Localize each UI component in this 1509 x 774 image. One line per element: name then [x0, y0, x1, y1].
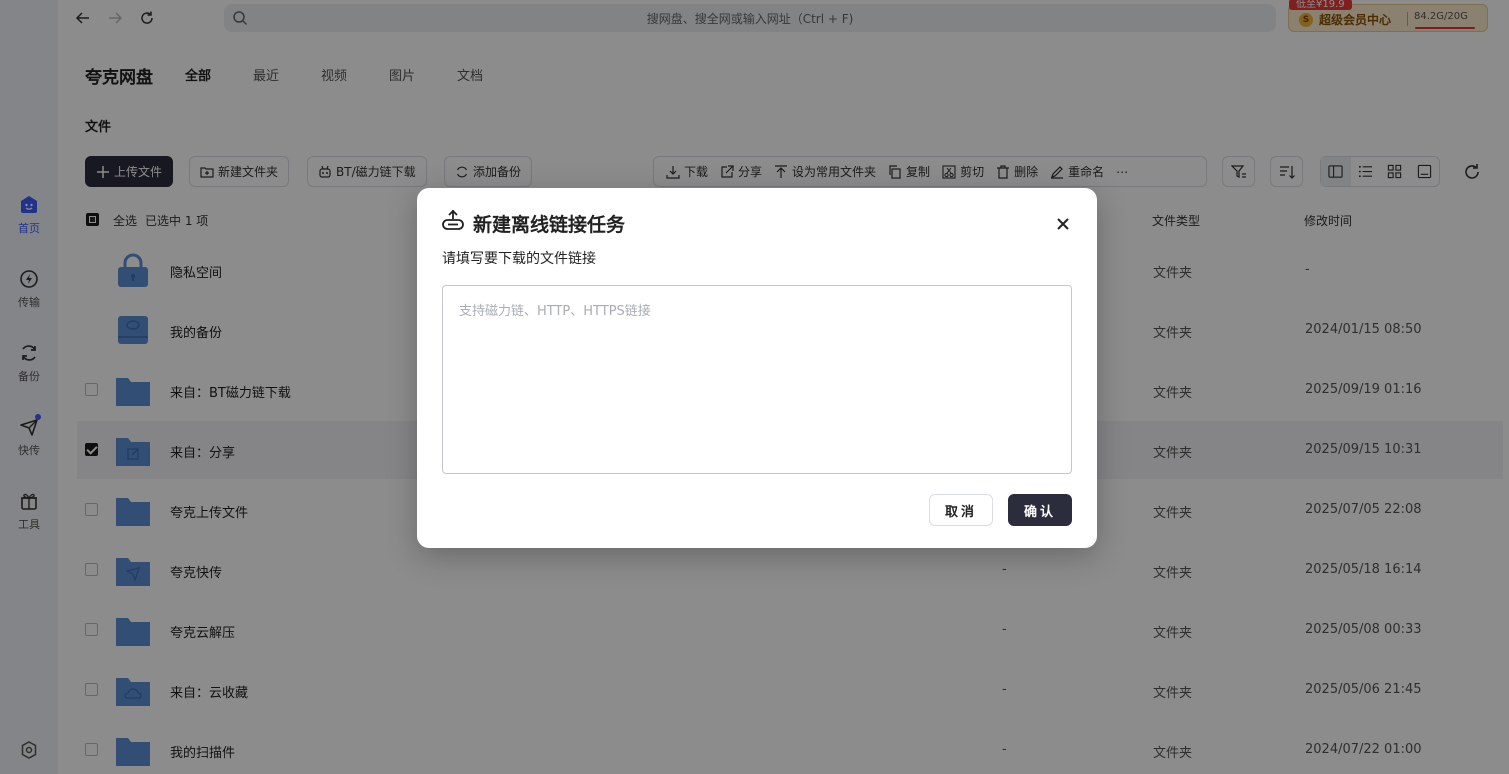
cloud-download-icon	[442, 209, 464, 230]
confirm-button[interactable]: 确认	[1008, 494, 1072, 526]
close-icon[interactable]	[1055, 216, 1071, 232]
offline-download-dialog: 新建离线链接任务 请填写要下载的文件链接 取消 确认	[417, 188, 1097, 548]
cancel-button[interactable]: 取消	[929, 494, 993, 526]
dialog-title: 新建离线链接任务	[473, 214, 626, 236]
dialog-subtitle: 请填写要下载的文件链接	[442, 251, 596, 267]
link-input[interactable]	[442, 285, 1072, 474]
